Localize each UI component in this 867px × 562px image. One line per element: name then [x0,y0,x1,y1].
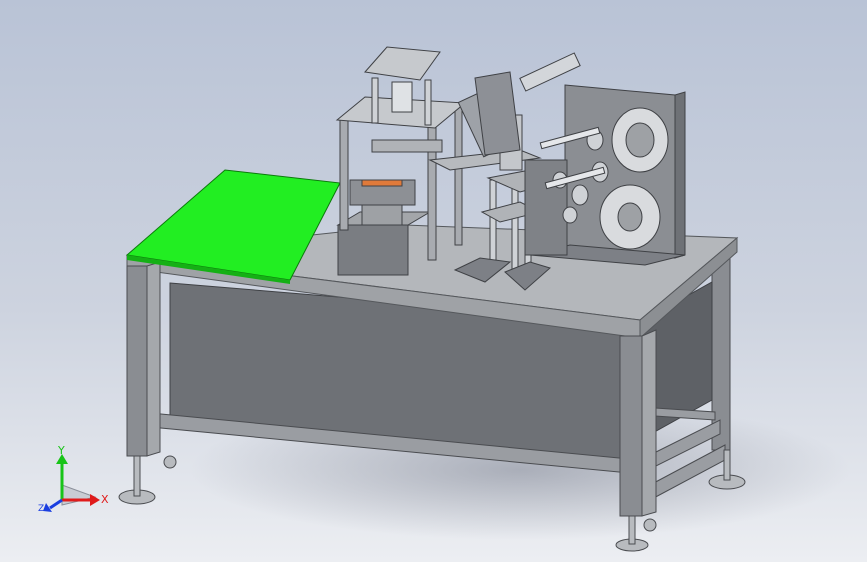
axis-z-line [49,498,63,510]
axis-x-label: X [101,493,109,506]
axis-x-arrow [90,494,100,506]
press-column-back [454,104,463,246]
press-cap-plate [364,46,441,81]
caster-left [163,455,177,469]
leg-front-right [619,335,643,517]
press-column-left [339,119,349,231]
press-mid-plate [371,139,443,153]
press-cylinder [391,81,413,113]
axis-y-label: Y [58,444,65,457]
reel-plate-side [674,91,686,259]
machine-3d-model [43,46,850,552]
coordinate-triad [43,454,100,512]
press-base-box [337,224,409,276]
axis-z-label: Z [38,504,45,514]
reel-unit [524,84,686,266]
leg-front-left [126,265,148,457]
leg-back-right [711,254,731,451]
cad-viewport[interactable]: Y X Z [0,0,867,562]
caster-right [643,518,657,532]
leg-front-left-side [146,261,161,457]
roller-3 [571,184,589,206]
roller-5 [562,206,578,224]
press-die-top [361,179,403,187]
leg-front-right-side [641,329,657,517]
